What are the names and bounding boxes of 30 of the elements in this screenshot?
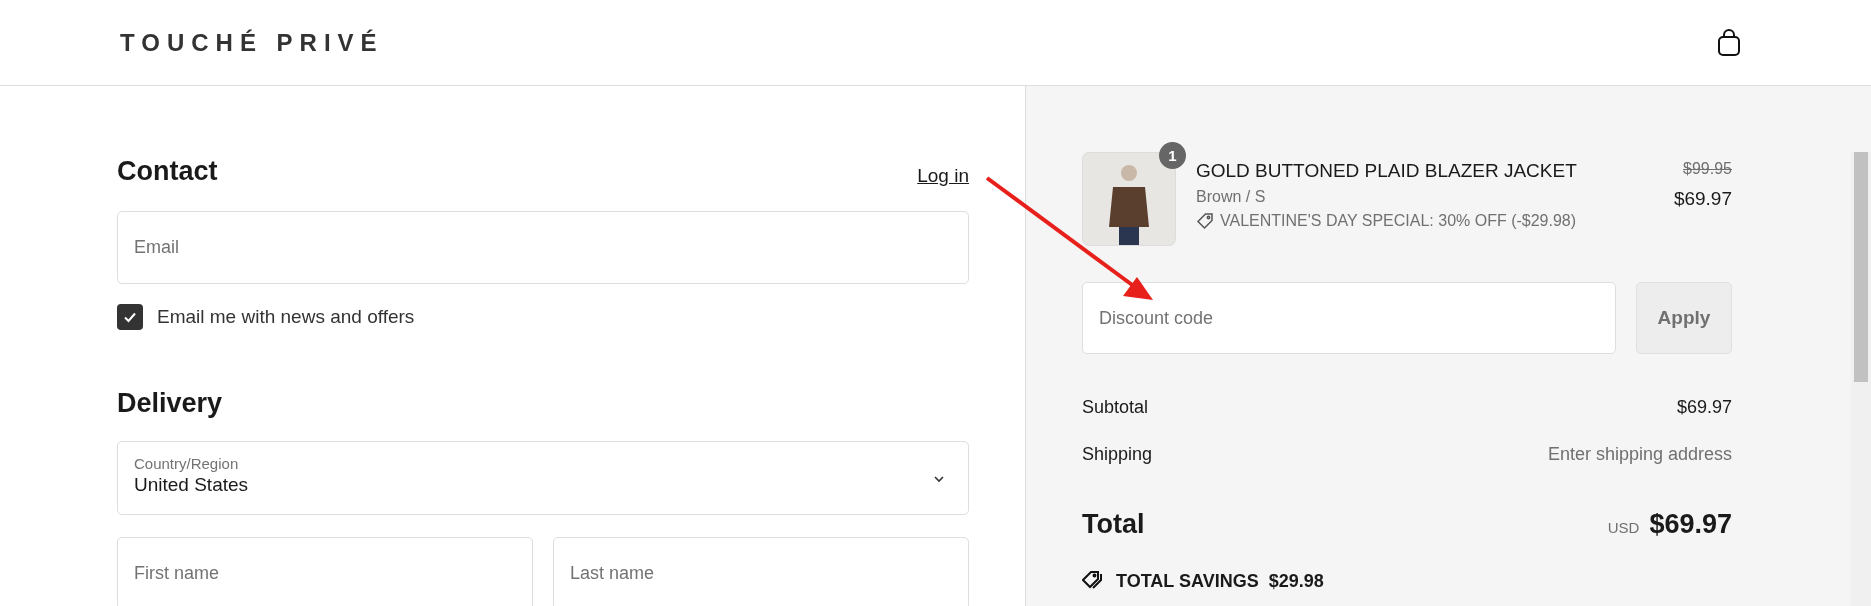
summary-label: Shipping (1082, 444, 1153, 465)
savings-amount: $29.98 (1268, 570, 1324, 592)
summary-value: Enter shipping address (1547, 444, 1732, 465)
scrollbar-thumb[interactable] (1854, 152, 1868, 382)
discount-text: VALENTINE'S DAY SPECIAL: 30% OFF (-$29.98) (1220, 212, 1577, 230)
summary-value: $69.97 (1676, 397, 1732, 418)
savings-label: TOTAL SAVINGS (1116, 570, 1259, 592)
last-name-field[interactable]: Last name (553, 537, 969, 606)
quantity-badge: 1 (1159, 142, 1186, 169)
email-field[interactable]: Email (117, 211, 969, 284)
shopping-bag-icon[interactable] (1717, 28, 1741, 57)
total-label: Total (1082, 508, 1145, 540)
country-select[interactable]: Country/Region United States (117, 441, 969, 515)
product-price: $69.97 (1673, 188, 1732, 210)
original-price: $99.95 (1682, 160, 1732, 178)
section-heading: Delivery (117, 388, 224, 419)
tag-icon (1196, 212, 1214, 230)
first-name-field[interactable]: First name (117, 537, 533, 606)
section-heading: Contact (117, 156, 218, 187)
product-variant: Brown / S (1196, 188, 1267, 206)
apply-button[interactable]: Apply (1636, 282, 1732, 354)
summary-label: Subtotal (1082, 397, 1149, 418)
discount-code-field[interactable]: Discount code (1082, 282, 1616, 354)
product-name: GOLD BUTTONED PLAID BLAZER JACKET (1196, 160, 1578, 182)
store-logo[interactable]: TOUCHÉ PRIVÉ (120, 28, 384, 57)
checkbox-label: Email me with news and offers (157, 306, 415, 328)
total-amount: $69.97 (1649, 508, 1732, 540)
currency-code: USD (1607, 518, 1640, 536)
login-link[interactable]: Log in (917, 165, 969, 187)
newsletter-checkbox[interactable] (117, 304, 143, 330)
